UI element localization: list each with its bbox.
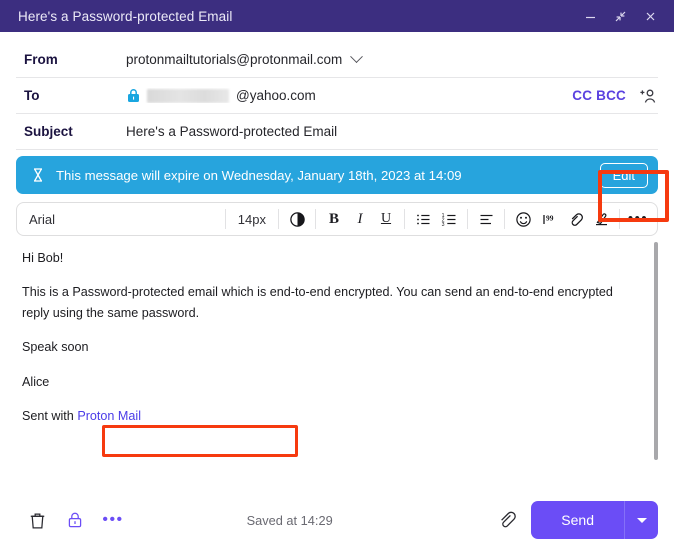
from-label: From — [24, 52, 58, 67]
send-button[interactable]: Send — [531, 501, 624, 539]
eraser-icon[interactable] — [588, 206, 614, 232]
toolbar-divider — [467, 209, 468, 229]
proton-mail-link[interactable]: Proton Mail — [77, 409, 141, 423]
from-address: protonmailtutorials@protonmail.com — [126, 52, 343, 67]
subject-label: Subject — [24, 124, 73, 139]
format-toolbar: Arial 14px B I U 1 2 3 99 ••• — [16, 202, 658, 236]
quote-icon[interactable]: 99 — [536, 206, 562, 232]
body-footer: Sent with Proton Mail — [22, 406, 622, 426]
bold-icon[interactable]: B — [321, 206, 347, 232]
message-body-area[interactable]: Hi Bob! This is a Password-protected ema… — [0, 236, 674, 495]
compose-window: Here's a Password-protected Email From p… — [0, 0, 674, 549]
body-greeting: Hi Bob! — [22, 251, 64, 265]
expiration-banner-wrap: This message will expire on Wednesday, J… — [0, 150, 674, 194]
toolbar-divider — [619, 209, 620, 229]
emoji-icon[interactable] — [510, 206, 536, 232]
body-scrollbar[interactable] — [654, 242, 658, 460]
redacted-recipient — [147, 88, 229, 103]
chevron-down-icon[interactable] — [350, 52, 364, 64]
toolbar-divider — [504, 209, 505, 229]
expiration-banner: This message will expire on Wednesday, J… — [16, 156, 658, 194]
footer-prefix: Sent with — [22, 408, 78, 423]
expiration-banner-text: This message will expire on Wednesday, J… — [56, 167, 462, 183]
caret-down-icon — [636, 517, 647, 523]
delete-draft-icon[interactable] — [22, 505, 52, 535]
saved-status: Saved at 14:29 — [246, 512, 333, 528]
toolbar-divider — [315, 209, 316, 229]
subject-value[interactable]: Here's a Password-protected Email — [126, 124, 658, 139]
to-address-domain: @yahoo.com — [236, 88, 316, 103]
bullet-list-icon[interactable] — [410, 206, 436, 232]
send-button-group: Send — [531, 501, 658, 539]
body-paragraph: This is a Password-protected email which… — [22, 285, 613, 320]
to-label: To — [24, 88, 40, 103]
svg-text:3: 3 — [441, 222, 444, 228]
svg-text:99: 99 — [546, 213, 554, 222]
minimize-icon[interactable] — [576, 4, 604, 28]
window-titlebar: Here's a Password-protected Email — [0, 0, 674, 32]
window-controls — [576, 4, 664, 28]
from-row: From protonmailtutorials@protonmail.com — [16, 42, 658, 78]
link-icon[interactable] — [562, 206, 588, 232]
hourglass-icon — [30, 167, 46, 183]
numbered-list-icon[interactable]: 1 2 3 — [436, 206, 462, 232]
to-row: To @yahoo.com CC BCC — [16, 78, 658, 114]
send-options-button[interactable] — [624, 501, 658, 539]
contrast-icon[interactable] — [284, 206, 310, 232]
to-value-wrap[interactable]: @yahoo.com — [126, 88, 572, 103]
toolbar-divider — [278, 209, 279, 229]
font-size-select[interactable]: 14px — [231, 212, 273, 227]
cc-bcc-button[interactable]: CC BCC — [572, 88, 626, 103]
collapse-icon[interactable] — [606, 4, 634, 28]
from-value-wrap[interactable]: protonmailtutorials@protonmail.com — [126, 52, 658, 67]
encryption-lock-icon[interactable] — [60, 505, 90, 535]
body-closing: Speak soon — [22, 340, 89, 355]
underline-icon[interactable]: U — [373, 206, 399, 232]
italic-icon[interactable]: I — [347, 206, 373, 232]
format-toolbar-wrap: Arial 14px B I U 1 2 3 99 ••• — [0, 194, 674, 236]
recipient-lock-icon — [126, 88, 141, 103]
font-family-select[interactable]: Arial — [29, 212, 220, 227]
compose-header-fields: From protonmailtutorials@protonmail.com … — [0, 32, 674, 150]
more-options-icon[interactable]: ••• — [625, 206, 651, 232]
body-signature: Alice — [22, 374, 50, 389]
subject-row: Subject Here's a Password-protected Emai… — [16, 114, 658, 150]
add-contact-icon[interactable] — [638, 86, 658, 106]
close-icon[interactable] — [636, 4, 664, 28]
message-body-text[interactable]: Hi Bob! This is a Password-protected ema… — [22, 248, 622, 426]
toolbar-divider — [224, 209, 226, 229]
compose-bottom-bar: ••• Saved at 14:29 Send — [0, 495, 674, 549]
align-left-icon[interactable] — [473, 206, 499, 232]
window-title: Here's a Password-protected Email — [18, 8, 233, 24]
edit-expiration-button[interactable]: Edit — [599, 162, 648, 188]
toolbar-divider — [404, 209, 405, 229]
paperclip-icon[interactable] — [491, 505, 523, 535]
